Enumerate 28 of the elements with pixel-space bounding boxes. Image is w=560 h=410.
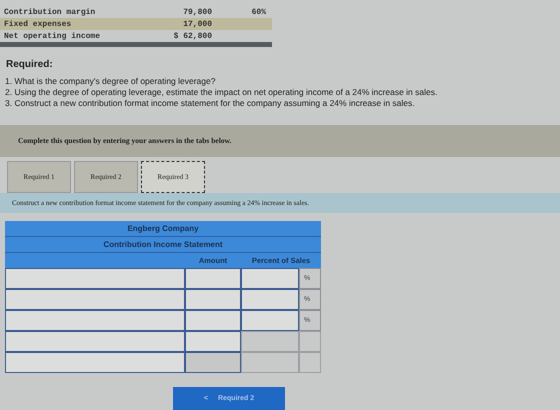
- amount-input[interactable]: [185, 331, 241, 352]
- summary-label: Contribution margin: [4, 8, 96, 16]
- summary-percent: 60%: [250, 8, 267, 16]
- summary-label: Fixed expenses: [4, 20, 72, 28]
- question-text: 2. Using the degree of operating leverage, estimate the impact on net operating income of a 24% increase in sales.: [4, 87, 438, 98]
- label-input[interactable]: [5, 310, 185, 332]
- empty-cell: [299, 352, 321, 374]
- percent-input[interactable]: [241, 268, 299, 290]
- required-heading: Required:: [5, 59, 54, 72]
- summary-amount: 79,800: [182, 8, 212, 16]
- label-input[interactable]: [5, 289, 185, 310]
- summary-amount: $ 62,800: [172, 32, 212, 40]
- amount-input[interactable]: [185, 310, 241, 332]
- label-input[interactable]: [5, 268, 185, 290]
- company-name: Engberg Company: [5, 221, 321, 238]
- summary-amount: 17,000: [182, 20, 212, 28]
- question-text: 1. What is the company's degree of operating leverage?: [4, 76, 216, 87]
- question-text: 3. Construct a new contribution format income statement for the company assuming a 24% increase in sales.: [4, 98, 416, 109]
- amount-input[interactable]: [185, 268, 241, 290]
- statement-title: Contribution Income Statement: [5, 237, 321, 254]
- percent-input[interactable]: [241, 289, 299, 310]
- summary-label: Net operating income: [4, 32, 102, 40]
- label-input[interactable]: [5, 331, 185, 352]
- empty-cell: [299, 331, 321, 352]
- label-input[interactable]: [5, 352, 185, 374]
- percent-input[interactable]: [241, 310, 299, 332]
- amount-input[interactable]: [185, 289, 241, 310]
- amount-input[interactable]: [185, 352, 241, 374]
